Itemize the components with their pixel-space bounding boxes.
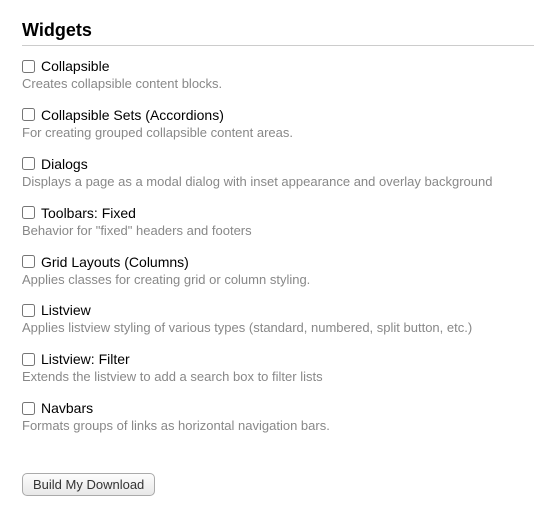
section-title: Widgets: [22, 20, 534, 46]
widget-description: Displays a page as a modal dialog with i…: [22, 174, 534, 191]
build-my-download-button[interactable]: Build My Download: [22, 473, 155, 496]
widget-checkbox-navbars[interactable]: [22, 402, 35, 415]
widget-checkbox-grid-layouts[interactable]: [22, 255, 35, 268]
widget-checkbox-toolbars-fixed[interactable]: [22, 206, 35, 219]
widget-checkbox-row[interactable]: Navbars: [22, 400, 534, 416]
widget-checkbox-listview[interactable]: [22, 304, 35, 317]
widget-description: Behavior for "fixed" headers and footers: [22, 223, 534, 240]
widget-checkbox-row[interactable]: Grid Layouts (Columns): [22, 254, 534, 270]
widget-label: Toolbars: Fixed: [41, 205, 136, 221]
widget-label: Dialogs: [41, 156, 88, 172]
widget-description: For creating grouped collapsible content…: [22, 125, 534, 142]
widget-description: Creates collapsible content blocks.: [22, 76, 534, 93]
widget-item: Collapsible Creates collapsible content …: [22, 58, 534, 93]
widget-checkbox-row[interactable]: Listview: [22, 302, 534, 318]
widget-description: Extends the listview to add a search box…: [22, 369, 534, 386]
widget-label: Grid Layouts (Columns): [41, 254, 189, 270]
widget-checkbox-row[interactable]: Collapsible: [22, 58, 534, 74]
widget-checkbox-collapsible[interactable]: [22, 60, 35, 73]
widget-description: Applies listview styling of various type…: [22, 320, 534, 337]
widget-checkbox-collapsible-sets[interactable]: [22, 108, 35, 121]
widget-item: Navbars Formats groups of links as horiz…: [22, 400, 534, 435]
widget-label: Listview: [41, 302, 91, 318]
widget-label: Navbars: [41, 400, 93, 416]
widget-description: Applies classes for creating grid or col…: [22, 272, 534, 289]
widget-label: Collapsible Sets (Accordions): [41, 107, 224, 123]
widget-checkbox-row[interactable]: Dialogs: [22, 156, 534, 172]
widget-checkbox-dialogs[interactable]: [22, 157, 35, 170]
widget-label: Listview: Filter: [41, 351, 130, 367]
widget-item: Collapsible Sets (Accordions) For creati…: [22, 107, 534, 142]
widget-checkbox-row[interactable]: Collapsible Sets (Accordions): [22, 107, 534, 123]
widget-item: Dialogs Displays a page as a modal dialo…: [22, 156, 534, 191]
widget-item: Listview: Filter Extends the listview to…: [22, 351, 534, 386]
widget-checkbox-row[interactable]: Listview: Filter: [22, 351, 534, 367]
widget-checkbox-listview-filter[interactable]: [22, 353, 35, 366]
widget-checkbox-row[interactable]: Toolbars: Fixed: [22, 205, 534, 221]
widget-description: Formats groups of links as horizontal na…: [22, 418, 534, 435]
widget-item: Toolbars: Fixed Behavior for "fixed" hea…: [22, 205, 534, 240]
widget-item: Listview Applies listview styling of var…: [22, 302, 534, 337]
widget-item: Grid Layouts (Columns) Applies classes f…: [22, 254, 534, 289]
widget-label: Collapsible: [41, 58, 109, 74]
